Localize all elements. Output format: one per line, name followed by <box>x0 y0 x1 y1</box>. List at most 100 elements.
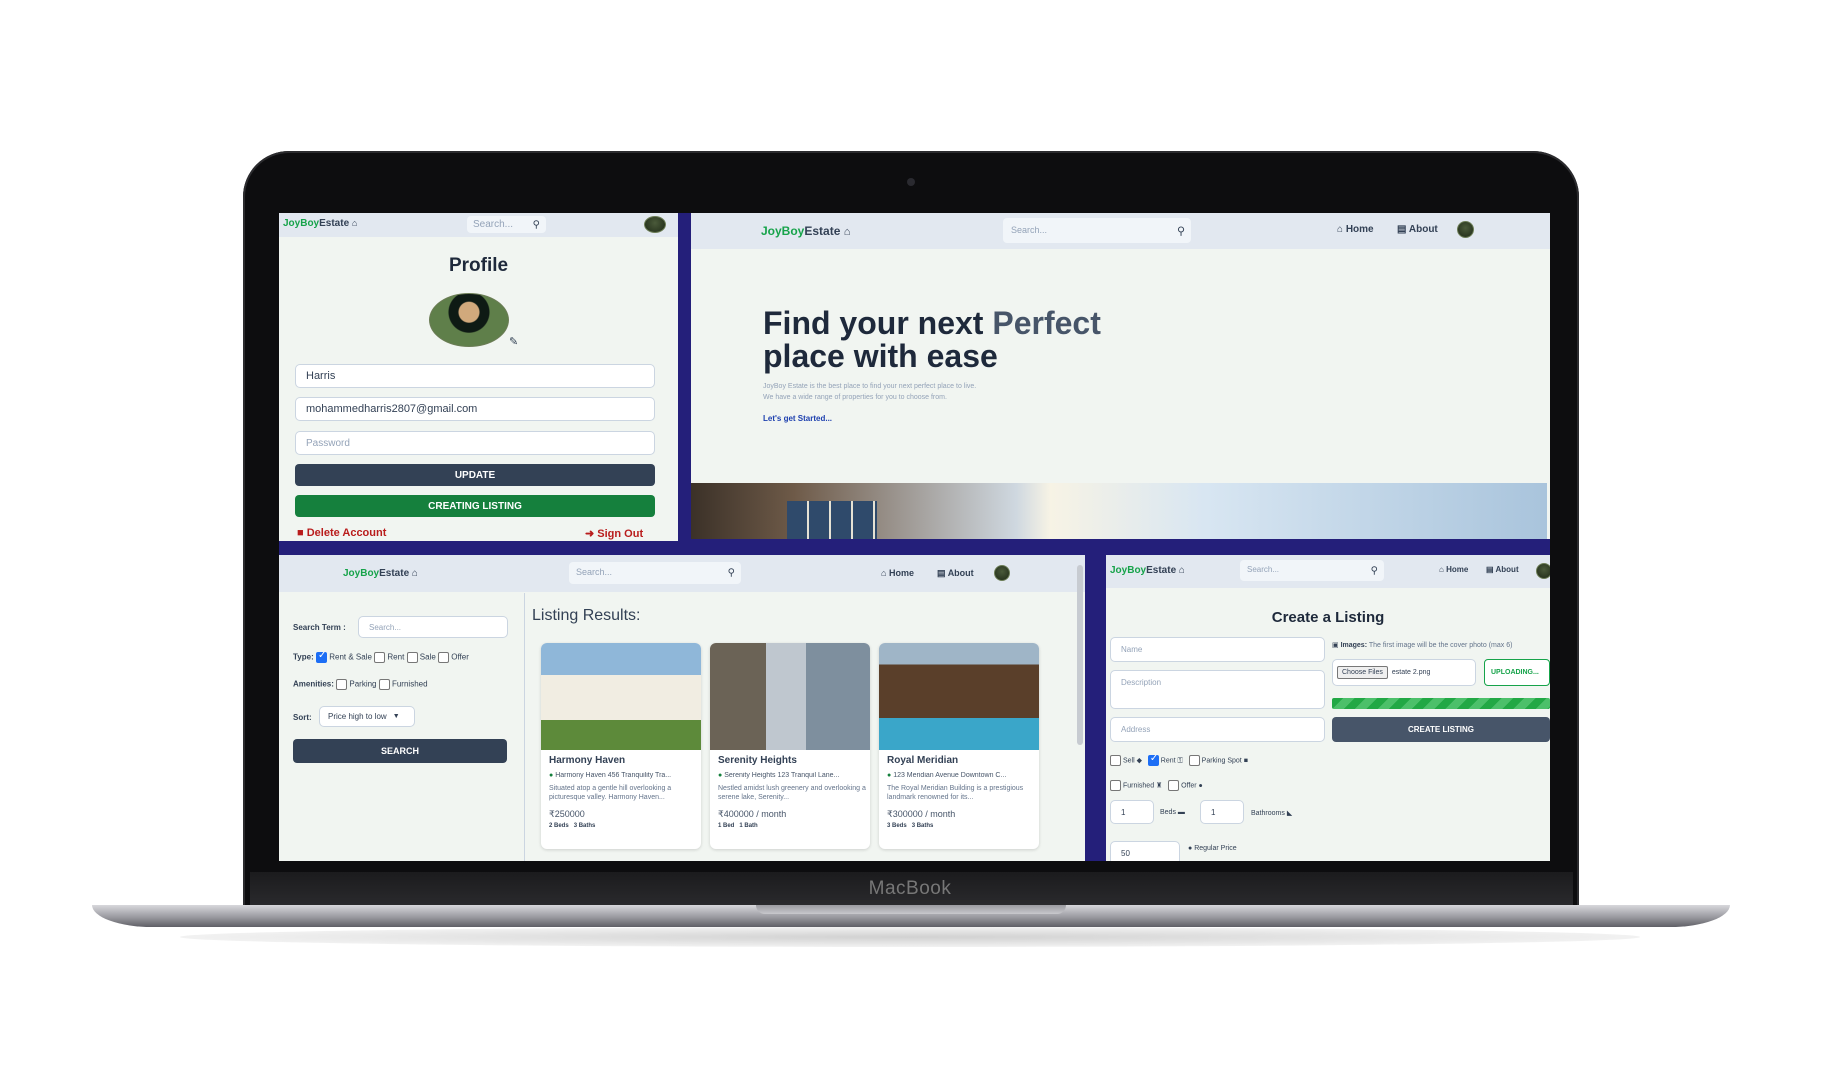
info-icon: ▤ <box>1397 224 1407 235</box>
checkbox-rent[interactable] <box>1147 753 1159 766</box>
chair-icon: ♜ <box>1156 782 1163 790</box>
create-listing-button[interactable]: CREATE LISTING <box>1332 717 1550 742</box>
nav-home[interactable]: ⌂ Home <box>1439 565 1468 574</box>
baths-label: Bathrooms ◣ <box>1251 810 1293 817</box>
search-term-input[interactable]: Search... <box>358 616 508 638</box>
checkbox-furnished[interactable] <box>378 679 390 690</box>
name-field[interactable]: Name <box>1110 637 1325 662</box>
username-field[interactable]: Harris <box>295 364 655 388</box>
house-icon: ⌂ <box>411 568 418 579</box>
beds-field[interactable]: 1 <box>1110 800 1154 824</box>
checkbox-rent[interactable] <box>374 652 386 663</box>
sidebar-divider <box>524 593 525 861</box>
checkbox-sell[interactable] <box>1110 755 1121 766</box>
search-icon[interactable]: ⚲ <box>728 568 735 579</box>
parking-icon: ■ <box>1243 757 1248 765</box>
nav-about[interactable]: ▤ About <box>1486 565 1519 574</box>
search-button[interactable]: SEARCH <box>293 739 507 763</box>
search-icon[interactable]: ⚲ <box>1371 565 1378 576</box>
logo[interactable]: JoyBoyEstate ⌂ <box>761 224 850 238</box>
logo[interactable]: JoyBoyEstate ⌂ <box>283 218 357 229</box>
search-icon[interactable]: ⚲ <box>533 219 540 230</box>
checkbox-parking[interactable] <box>336 679 348 690</box>
listing-image <box>541 643 701 750</box>
listing-card[interactable]: Harmony Haven ● Harmony Haven 456 Tranqu… <box>541 643 701 849</box>
sort-label: Sort: <box>293 713 312 722</box>
hero-house-windows <box>787 501 877 539</box>
trash-icon: ■ <box>297 527 304 539</box>
listing-card[interactable]: Royal Meridian ● 123 Meridian Avenue Dow… <box>879 643 1039 849</box>
bath-icon: ◣ <box>1286 810 1293 817</box>
bed-icon: ▬ <box>1177 809 1185 816</box>
price-field[interactable]: 50 <box>1110 841 1180 861</box>
house-icon: ⌂ <box>843 226 851 238</box>
header: JoyBoyEstate ⌂ Search... ⚲ ⌂ Home ▤ Abou… <box>279 555 1085 592</box>
avatar[interactable] <box>1536 563 1550 579</box>
avatar[interactable] <box>1457 221 1474 238</box>
search-input[interactable]: Search... ⚲ <box>1240 560 1384 581</box>
beds-label: Beds ▬ <box>1160 809 1185 816</box>
create-listing-button[interactable]: CREATING LISTING <box>295 495 655 517</box>
checkbox-furnished[interactable] <box>1110 780 1121 791</box>
search-panel: JoyBoyEstate ⌂ Search... ⚲ ⌂ Home ▤ Abou… <box>279 555 1085 861</box>
avatar[interactable] <box>644 216 666 233</box>
profile-photo[interactable] <box>429 293 509 347</box>
header: JoyBoyEstate ⌂ Search... ⚲ ⌂ Home ▤ Abou… <box>691 213 1550 249</box>
description-field[interactable]: Description <box>1110 670 1325 709</box>
home-icon: ⌂ <box>881 568 887 578</box>
scrollbar[interactable] <box>1077 565 1083 745</box>
device-brand: MacBook <box>868 878 952 899</box>
get-started-link[interactable]: Let's get Started... <box>763 414 832 423</box>
delete-account-link[interactable]: ■ Delete Account <box>297 527 386 539</box>
sort-select[interactable]: Price high to low ▼ <box>319 706 415 727</box>
uploading-button[interactable]: UPLOADING... <box>1484 659 1550 686</box>
listing-card[interactable]: Serenity Heights ● Serenity Heights 123 … <box>710 643 870 849</box>
checkbox-rent-sale[interactable] <box>315 650 327 663</box>
hero-subtext: JoyBoy Estate is the best place to find … <box>763 383 977 401</box>
listing-image <box>879 643 1039 750</box>
key-icon: ⚿ <box>1177 757 1183 765</box>
address-field[interactable]: Address <box>1110 717 1325 742</box>
password-field[interactable]: Password <box>295 431 655 455</box>
location-pin-icon: ● <box>549 772 554 779</box>
sign-out-icon: ➜ <box>585 528 595 540</box>
search-icon[interactable]: ⚲ <box>1177 224 1185 237</box>
header: JoyBoyEstate ⌂ Search... ⚲ <box>279 213 678 237</box>
laptop-shadow <box>180 927 1640 947</box>
header: JoyBoyEstate ⌂ Search... ⚲ ⌂ Home ▤ Abou… <box>1106 555 1550 588</box>
email-field[interactable]: mohammedharris2807@gmail.com <box>295 397 655 421</box>
nav-home[interactable]: ⌂ Home <box>881 568 914 578</box>
amenities-filter: Amenities: Parking Furnished <box>293 679 428 690</box>
baths-field[interactable]: 1 <box>1200 800 1244 824</box>
hero-heading: Find your next Perfect place with ease <box>763 305 1101 374</box>
chevron-down-icon: ▼ <box>392 713 400 720</box>
nav-about[interactable]: ▤ About <box>937 568 974 579</box>
checkbox-parking-spot[interactable] <box>1188 755 1200 766</box>
update-button[interactable]: UPDATE <box>295 464 655 486</box>
house-icon: ⌂ <box>1178 565 1185 576</box>
edit-icon[interactable]: ✎ <box>509 335 518 348</box>
search-input[interactable]: Search... ⚲ <box>467 216 546 233</box>
laptop-notch <box>756 905 1066 914</box>
checkbox-offer[interactable] <box>1168 780 1180 791</box>
home-icon: ⌂ <box>1439 565 1444 574</box>
profile-panel: JoyBoyEstate ⌂ Search... ⚲ Profile ✎ Har… <box>279 213 678 541</box>
checkbox-offer[interactable] <box>438 652 450 663</box>
search-input[interactable]: Search... ⚲ <box>569 562 741 584</box>
location-pin-icon: ● <box>718 772 723 779</box>
logo[interactable]: JoyBoyEstate ⌂ <box>343 568 418 579</box>
search-term-label: Search Term : <box>293 623 346 632</box>
info-icon: ▤ <box>937 568 946 578</box>
checkbox-sale[interactable] <box>406 652 418 663</box>
listing-image <box>710 643 870 750</box>
webcam <box>907 178 915 186</box>
nav-about[interactable]: ▤ About <box>1397 224 1438 235</box>
info-icon: ● <box>1188 845 1193 852</box>
sign-out-link[interactable]: ➜ Sign Out <box>585 527 643 540</box>
avatar[interactable] <box>994 565 1010 581</box>
logo[interactable]: JoyBoyEstate ⌂ <box>1110 565 1185 576</box>
file-input[interactable]: Choose Files estate 2.png <box>1332 659 1476 686</box>
search-input[interactable]: Search... ⚲ <box>1003 218 1191 243</box>
choose-files-button[interactable]: Choose Files <box>1337 666 1388 679</box>
nav-home[interactable]: ⌂ Home <box>1337 224 1374 235</box>
